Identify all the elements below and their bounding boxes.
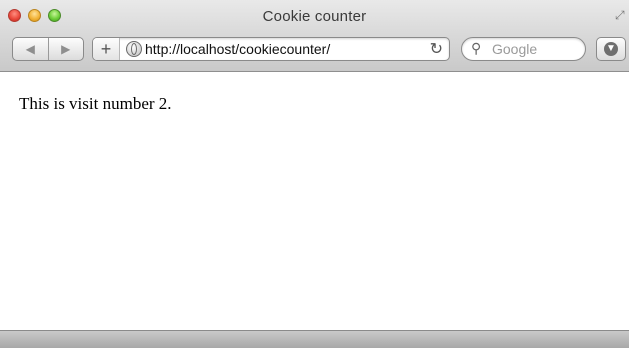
forward-button[interactable]: ▶ — [49, 38, 84, 60]
status-bar — [0, 330, 629, 348]
page-content: This is visit number 2. — [0, 72, 629, 332]
back-arrow-icon: ◀ — [25, 42, 35, 56]
reload-icon: ↻ — [429, 41, 443, 58]
address-bar[interactable]: + http://localhost/cookiecounter/ ↻ — [92, 37, 450, 61]
globe-icon — [126, 41, 142, 57]
search-placeholder: Google — [492, 41, 538, 57]
reload-button[interactable]: ↻ — [430, 39, 443, 59]
search-field[interactable]: ⚲ Google — [461, 37, 586, 61]
add-bookmark-button[interactable]: + — [93, 38, 120, 60]
forward-arrow-icon: ▶ — [61, 42, 71, 56]
back-button[interactable]: ◀ — [13, 38, 48, 60]
url-text[interactable]: http://localhost/cookiecounter/ — [145, 41, 330, 57]
downloads-button[interactable]: ▼ — [596, 37, 626, 61]
browser-window: Cookie counter ⤢ ◀ ▶ + http://localhost/… — [0, 0, 629, 348]
window-title: Cookie counter — [262, 8, 367, 25]
download-icon: ▼ — [604, 42, 618, 56]
window-chrome: Cookie counter ⤢ ◀ ▶ + http://localhost/… — [0, 0, 629, 72]
fullscreen-icon[interactable]: ⤢ — [615, 9, 627, 21]
nav-buttons: ◀ ▶ — [12, 37, 84, 61]
plus-icon: + — [100, 38, 112, 59]
visit-count-text: This is visit number 2. — [19, 94, 172, 113]
search-icon: ⚲ — [471, 40, 482, 56]
